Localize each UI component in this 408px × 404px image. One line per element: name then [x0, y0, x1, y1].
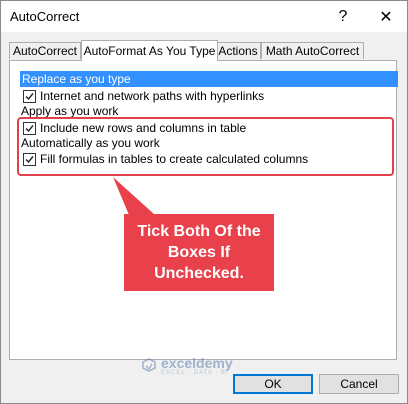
tab-label: AutoFormat As You Type	[83, 44, 216, 58]
annotation-line: Unchecked.	[154, 265, 244, 282]
options-panel: Replace as you type Internet and network…	[9, 60, 398, 360]
watermark-logo: exceldemy EXCEL · DATA · BI	[141, 355, 233, 376]
annotation-callout: Tick Both Of the Boxes If Unchecked.	[124, 214, 274, 291]
tab-label: AutoCorrect	[12, 44, 78, 58]
callout-pointer-icon	[113, 177, 155, 215]
tab-autocorrect[interactable]: AutoCorrect	[9, 42, 81, 59]
option-hyperlinks[interactable]: Internet and network paths with hyperlin…	[23, 88, 264, 104]
annotation-line: Boxes If	[167, 244, 231, 261]
window-title: AutoCorrect	[10, 9, 80, 24]
section-header-replace[interactable]: Replace as you type	[20, 71, 398, 87]
ok-button[interactable]: OK	[233, 374, 313, 394]
annotation-line: Tick Both Of the	[137, 223, 261, 240]
watermark-tagline: EXCEL · DATA · BI	[161, 370, 229, 376]
checkmark-icon	[25, 92, 34, 100]
tab-label: Actions	[218, 44, 258, 58]
help-button[interactable]: ?	[325, 1, 361, 32]
tab-actions[interactable]: Actions	[215, 42, 261, 59]
hyperlinks-checkbox[interactable]	[23, 89, 36, 103]
autocorrect-dialog: AutoCorrect ? ✕ AutoCorrect AutoFormat A…	[0, 0, 408, 404]
title-bar: AutoCorrect ? ✕	[1, 1, 407, 32]
cancel-button[interactable]: Cancel	[319, 374, 399, 394]
close-button[interactable]: ✕	[368, 1, 404, 32]
tab-autoformat-as-you-type[interactable]: AutoFormat As You Type	[81, 40, 218, 61]
tab-math-autocorrect[interactable]: Math AutoCorrect	[261, 42, 364, 59]
option-label: Internet and network paths with hyperlin…	[40, 89, 265, 103]
highlight-box	[17, 117, 394, 176]
section-header-label: Apply as you work	[21, 104, 119, 118]
section-header-label: Replace as you type	[22, 72, 131, 86]
watermark-name: exceldemy	[161, 355, 233, 371]
tab-label: Math AutoCorrect	[265, 44, 360, 58]
exceldemy-logo-icon	[142, 357, 156, 372]
